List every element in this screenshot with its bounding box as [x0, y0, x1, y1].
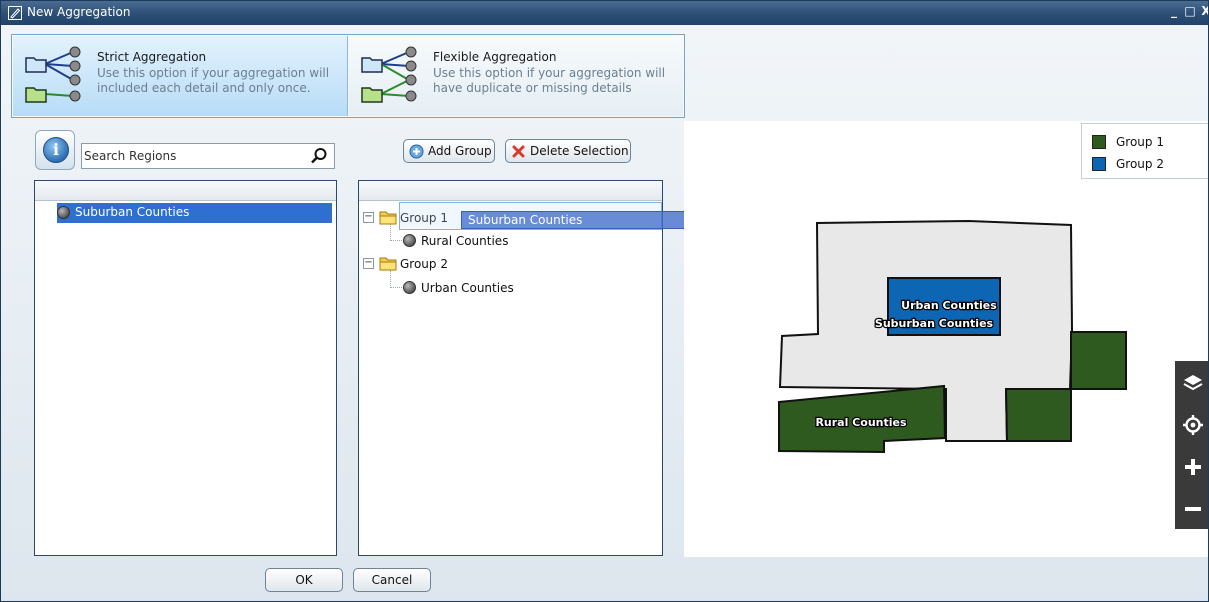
- layers-icon: [1183, 375, 1203, 391]
- region-dot-icon: [57, 206, 70, 219]
- search-box: [81, 143, 335, 169]
- locate-button[interactable]: [1175, 405, 1208, 445]
- folder-icon: [379, 257, 397, 271]
- ok-button[interactable]: OK: [265, 568, 343, 592]
- map-label-rural: Rural Counties: [815, 416, 907, 429]
- groups-tree: − Group 1 Rural Counties − Group 2 Urban…: [358, 180, 663, 556]
- strict-aggregation-description: Use this option if your aggregation will…: [97, 66, 330, 95]
- tree-item[interactable]: Rural Counties: [403, 230, 653, 252]
- new-aggregation-window: New Aggregation _ □ X Strict Aggregation…: [0, 0, 1209, 602]
- legend-label: Group 1: [1116, 135, 1164, 149]
- flexible-aggregation-description: Use this option if your aggregation will…: [433, 66, 666, 95]
- aggregation-type-selector: Strict Aggregation Use this option if yo…: [11, 34, 685, 118]
- map-legend: Group 1 Group 2: [1081, 123, 1208, 179]
- add-circle-icon: [409, 144, 424, 159]
- tree-item[interactable]: Urban Counties: [403, 277, 653, 299]
- collapse-toggle-icon[interactable]: −: [363, 258, 374, 269]
- cancel-button[interactable]: Cancel: [353, 568, 431, 592]
- tree-item-label: Rural Counties: [421, 234, 509, 248]
- info-button[interactable]: i: [35, 130, 75, 170]
- search-input[interactable]: [84, 146, 304, 166]
- regions-list-header: [35, 181, 336, 201]
- search-icon[interactable]: [310, 147, 328, 165]
- delete-selection-button[interactable]: Delete Selection: [505, 139, 631, 163]
- map-toolbar: [1175, 361, 1208, 529]
- zoom-out-icon: [1185, 507, 1201, 511]
- groups-tree-header: [359, 181, 662, 201]
- layers-button[interactable]: [1175, 363, 1208, 403]
- map-canvas[interactable]: Urban Counties Suburban Counties Rural C…: [684, 121, 1209, 557]
- flexible-aggregation-option[interactable]: Flexible Aggregation Use this option if …: [349, 36, 683, 116]
- minimize-button[interactable]: _: [1167, 4, 1181, 20]
- map-view[interactable]: Urban Counties Suburban Counties Rural C…: [684, 121, 1209, 557]
- group-label: Group 2: [400, 257, 448, 271]
- region-label: Suburban Counties: [75, 205, 190, 219]
- strict-aggregation-title: Strict Aggregation: [97, 50, 207, 64]
- maximize-button[interactable]: □: [1183, 4, 1197, 20]
- close-button[interactable]: X: [1199, 4, 1208, 20]
- map-label-urban: Urban Counties: [901, 299, 997, 312]
- flexible-aggregation-icon: [361, 46, 417, 103]
- pen-icon: [8, 6, 22, 20]
- locate-icon: [1183, 415, 1203, 435]
- list-item[interactable]: Suburban Counties: [57, 203, 332, 223]
- region-dot-icon: [403, 281, 416, 294]
- add-group-label: Add Group: [428, 144, 492, 158]
- strict-aggregation-option[interactable]: Strict Aggregation Use this option if yo…: [13, 36, 348, 116]
- tree-connector: [390, 240, 402, 241]
- flexible-aggregation-title: Flexible Aggregation: [433, 50, 557, 64]
- zoom-in-icon: [1185, 459, 1201, 475]
- legend-swatch: [1092, 135, 1106, 149]
- strict-aggregation-icon: [25, 46, 81, 103]
- map-region-group1-southeast[interactable]: [1004, 388, 1072, 442]
- map-label-suburban: Suburban Counties: [875, 317, 994, 330]
- regions-list: Suburban Counties: [34, 180, 337, 556]
- zoom-out-button[interactable]: [1175, 489, 1208, 529]
- info-icon: i: [43, 137, 69, 163]
- title-bar[interactable]: New Aggregation _ □ X: [1, 1, 1208, 25]
- tree-group-2[interactable]: − Group 2: [359, 253, 662, 275]
- delete-x-icon: [512, 145, 525, 158]
- legend-swatch: [1092, 157, 1106, 171]
- map-region-group1-east[interactable]: [1070, 331, 1127, 390]
- region-dot-icon: [403, 234, 416, 247]
- legend-label: Group 2: [1116, 157, 1164, 171]
- window-title: New Aggregation: [27, 5, 131, 19]
- collapse-toggle-icon[interactable]: −: [363, 212, 374, 223]
- tree-connector: [390, 287, 402, 288]
- add-group-button[interactable]: Add Group: [403, 139, 495, 163]
- tree-item-label: Urban Counties: [421, 281, 514, 295]
- folder-icon: [379, 211, 397, 225]
- zoom-in-button[interactable]: [1175, 447, 1208, 487]
- delete-selection-label: Delete Selection: [530, 144, 629, 158]
